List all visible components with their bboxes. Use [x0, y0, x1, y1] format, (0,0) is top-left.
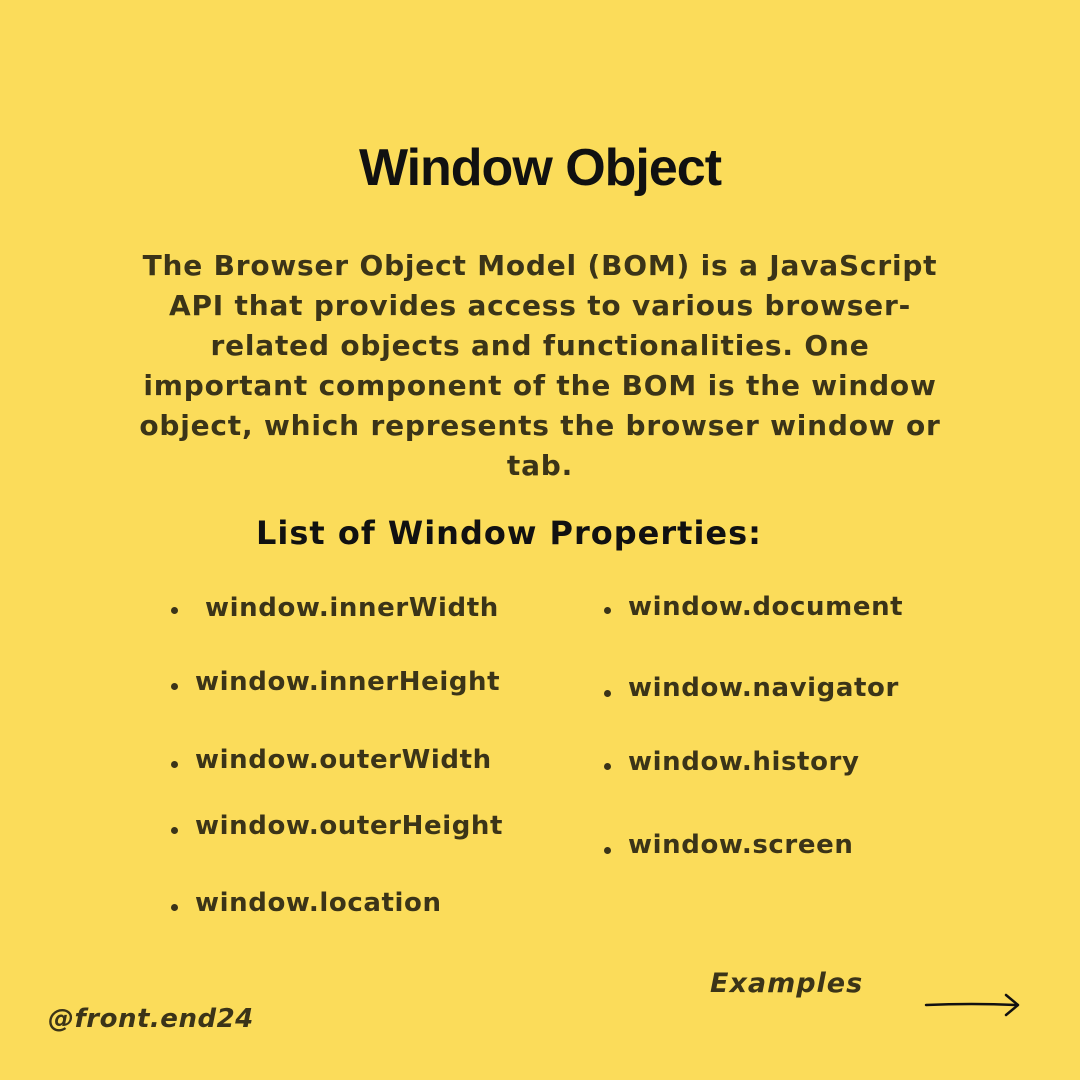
bullet-icon: [171, 683, 178, 690]
intro-paragraph: The Browser Object Model (BOM) is a Java…: [139, 249, 941, 482]
list-heading: List of Window Properties:: [256, 514, 762, 552]
bullet-icon: [604, 690, 611, 697]
bullet-icon: [171, 761, 178, 768]
property-item: window.screen: [628, 830, 854, 860]
property-item: window.outerWidth: [195, 745, 492, 775]
bullet-icon: [604, 847, 611, 854]
property-item: window.navigator: [628, 673, 899, 703]
bullet-icon: [604, 763, 611, 770]
property-item: window.innerWidth: [205, 593, 499, 623]
property-item: window.innerHeight: [195, 667, 501, 697]
author-handle: @front.end24: [48, 1004, 254, 1034]
bullet-icon: [171, 607, 178, 614]
bullet-icon: [171, 904, 178, 911]
page-title: Window Object: [358, 139, 722, 197]
property-item: window.outerHeight: [195, 811, 504, 841]
property-item: window.location: [195, 888, 442, 918]
examples-label: Examples: [710, 968, 864, 999]
arrow-right-icon[interactable]: [924, 990, 1024, 1020]
bullet-icon: [604, 607, 611, 614]
property-item: window.document: [628, 592, 904, 622]
property-item: window.history: [628, 747, 860, 777]
bullet-icon: [171, 827, 178, 834]
